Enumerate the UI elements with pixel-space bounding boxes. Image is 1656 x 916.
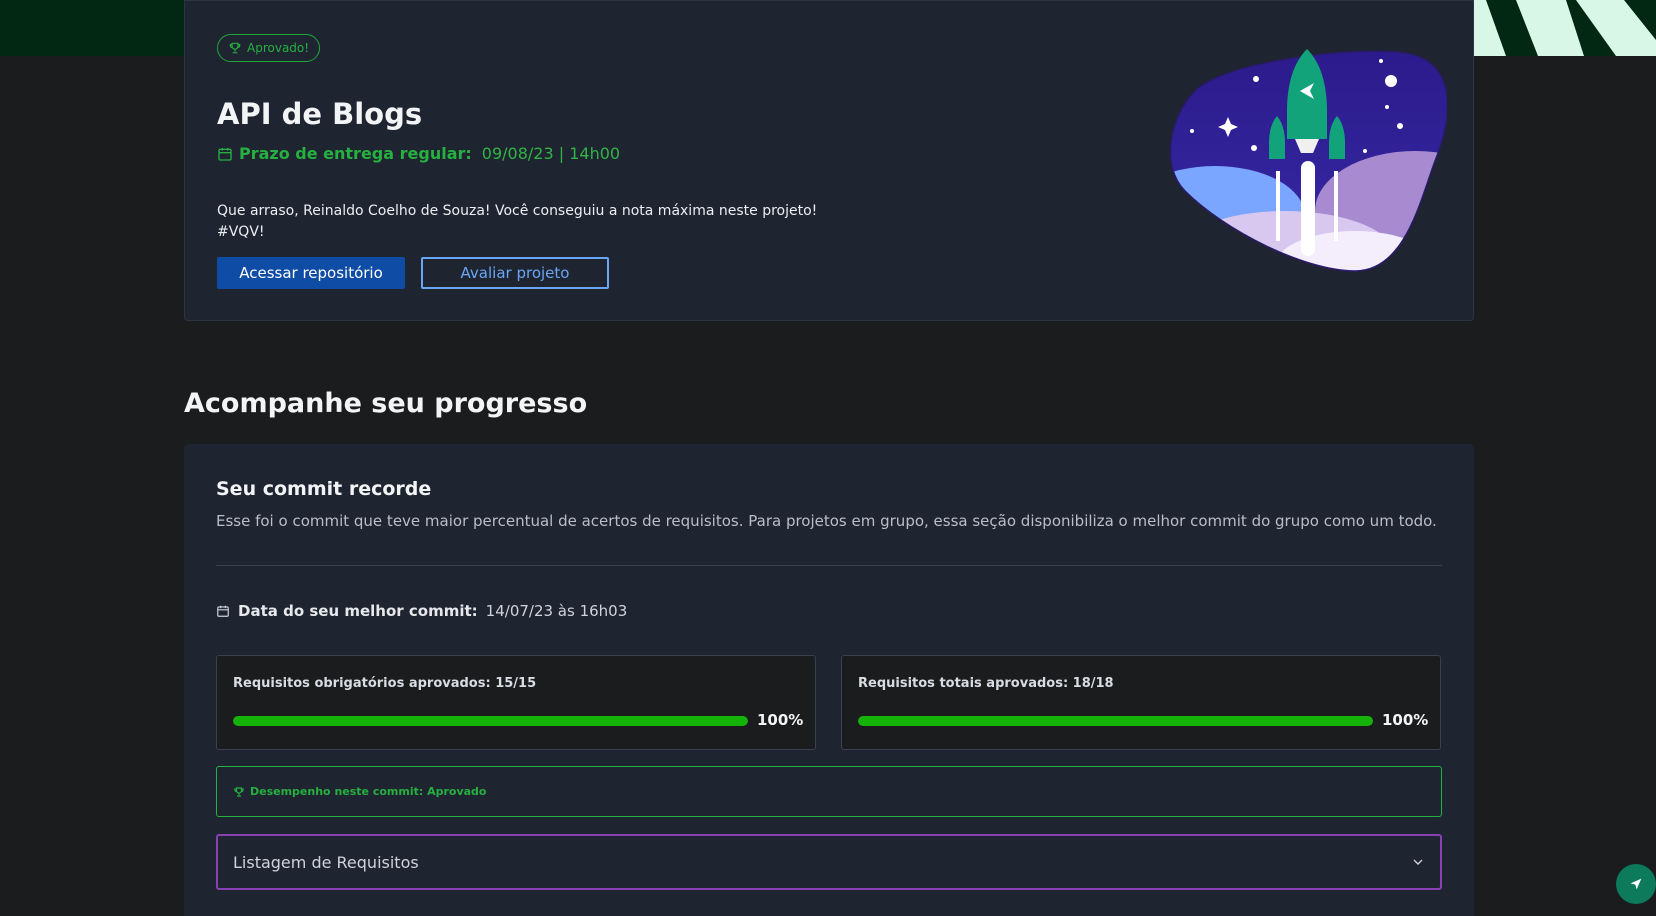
commit-performance: Desempenho neste commit: Aprovado <box>216 766 1442 817</box>
congrats-message: Que arraso, Reinaldo Coelho de Souza! Vo… <box>217 201 817 243</box>
deadline-value: 09/08/23 | 14h00 <box>481 144 621 163</box>
rocket-illustration <box>1169 49 1447 272</box>
accordion-label: Listagem de Requisitos <box>233 852 419 872</box>
requirements-list-accordion[interactable]: Listagem de Requisitos <box>216 834 1442 890</box>
rocket-icon <box>1630 878 1642 890</box>
project-title: API de Blogs <box>217 97 423 131</box>
total-percent: 100% <box>1382 711 1429 729</box>
trophy-icon <box>229 42 241 54</box>
calendar-icon <box>217 605 229 617</box>
best-commit-date: Data do seu melhor commit: 14/07/23 às 1… <box>216 602 627 620</box>
mandatory-percent: 100% <box>757 711 804 729</box>
progress-section-title: Acompanhe seu progresso <box>184 388 588 419</box>
best-commit-label: Data do seu melhor commit: <box>238 602 478 620</box>
total-requirements-label: Requisitos totais aprovados: 18/18 <box>858 676 1114 691</box>
commit-record-title: Seu commit recorde <box>216 478 432 500</box>
best-commit-value: 14/07/23 às 16h03 <box>485 602 628 620</box>
commit-record-description: Esse foi o commit que teve maior percent… <box>216 512 1437 530</box>
mandatory-progress-bar <box>233 716 748 726</box>
mandatory-progress-fill <box>233 716 748 726</box>
mandatory-requirements-label: Requisitos obrigatórios aprovados: 15/15 <box>233 676 537 691</box>
access-repository-button[interactable]: Acessar repositório <box>217 257 405 289</box>
total-progress-bar <box>858 716 1373 726</box>
progress-card: Seu commit recorde Esse foi o commit que… <box>184 444 1474 916</box>
deadline: Prazo de entrega regular: 09/08/23 | 14h… <box>217 144 620 163</box>
commit-performance-text: Desempenho neste commit: Aprovado <box>250 785 487 798</box>
floating-action-button[interactable] <box>1616 864 1656 904</box>
trophy-icon <box>234 786 244 797</box>
congrats-line: Que arraso, Reinaldo Coelho de Souza! Vo… <box>217 203 818 219</box>
mandatory-requirements-box: Requisitos obrigatórios aprovados: 15/15… <box>216 655 816 750</box>
project-card: Aprovado! API de Blogs Prazo de entrega … <box>184 0 1474 321</box>
calendar-icon <box>218 147 232 161</box>
divider <box>216 565 1442 566</box>
congrats-hashtag: #VQV! <box>217 224 265 240</box>
chevron-down-icon[interactable] <box>1410 854 1426 870</box>
total-requirements-box: Requisitos totais aprovados: 18/18 100% <box>841 655 1441 750</box>
deadline-label: Prazo de entrega regular: <box>239 144 472 163</box>
badge-label: Aprovado! <box>247 41 310 55</box>
total-progress-fill <box>858 716 1373 726</box>
evaluate-project-button[interactable]: Avaliar projeto <box>421 257 609 289</box>
approved-badge: Aprovado! <box>217 34 321 62</box>
